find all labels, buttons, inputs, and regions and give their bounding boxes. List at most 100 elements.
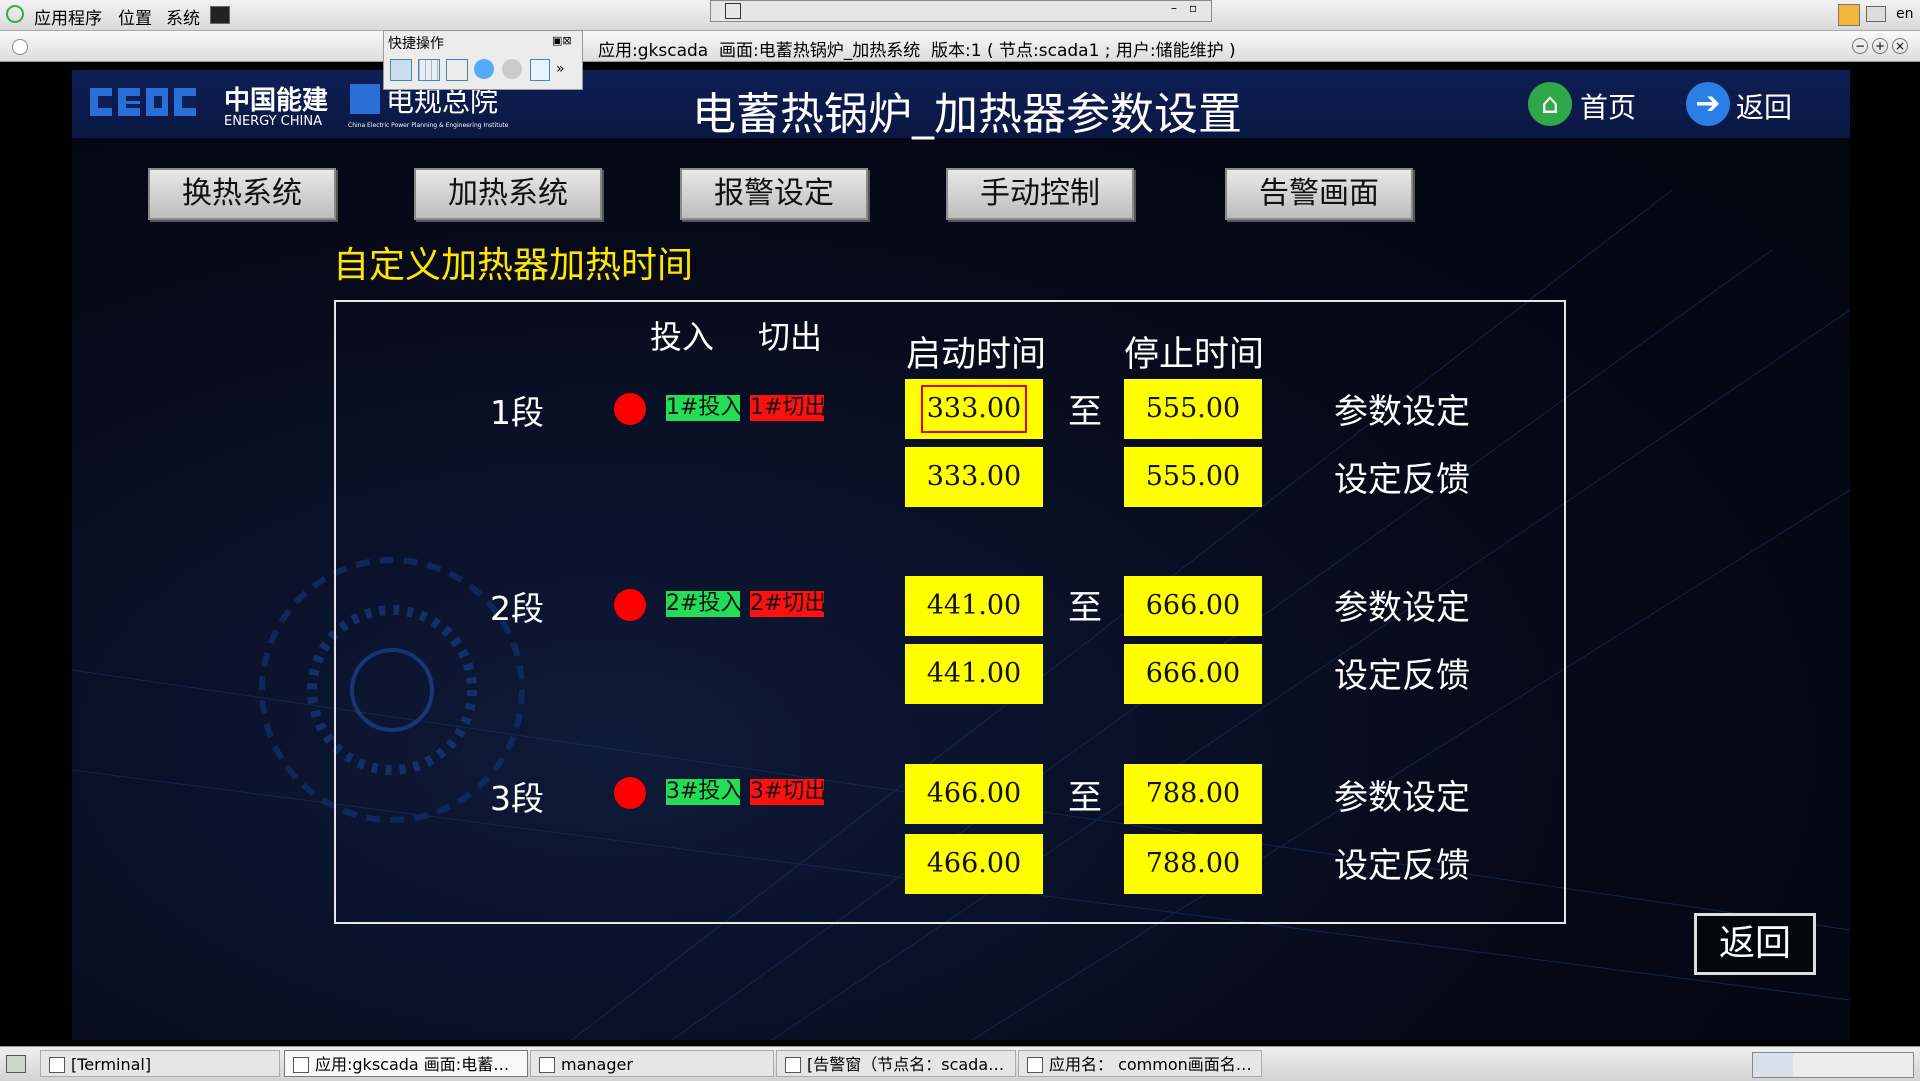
window-icon bbox=[539, 1057, 555, 1073]
restore-icon[interactable]: ▫ bbox=[1189, 1, 1197, 15]
grid-tool-icon[interactable] bbox=[418, 59, 440, 81]
header-back-label: 返回 bbox=[1736, 91, 1793, 124]
home-label: 首页 bbox=[1580, 91, 1637, 124]
segment-1-to-label: 至 bbox=[1068, 392, 1102, 432]
quickbar-title: 快捷操作 bbox=[388, 36, 444, 52]
page-title: 电蓄热锅炉_加热器参数设置 bbox=[692, 89, 1242, 140]
minimize-icon[interactable]: – bbox=[1171, 1, 1177, 15]
forward-arrow-icon[interactable] bbox=[502, 59, 522, 79]
header-start-time: 启动时间 bbox=[906, 335, 1047, 375]
task-terminal-label: [Terminal] bbox=[71, 1055, 152, 1074]
segment-3-start-time-input[interactable]: 466.00 bbox=[905, 764, 1043, 824]
window-title-bar: 应用:gkscada 画面:电蓄热锅炉_加热系统 版本:1 ( 节点:scada… bbox=[0, 31, 1920, 62]
nav-alarm-settings[interactable]: 报警设定 bbox=[680, 168, 868, 220]
more-icon[interactable]: » bbox=[556, 61, 565, 77]
segment-1-stop-time-input[interactable]: 555.00 bbox=[1124, 379, 1262, 439]
window-menu-icon[interactable] bbox=[12, 39, 28, 55]
back-arrow-icon: ➔ bbox=[1686, 82, 1730, 126]
segment-2-stop-time-feedback: 666.00 bbox=[1124, 644, 1262, 704]
scada-app-icon bbox=[293, 1057, 309, 1073]
header-back-button[interactable]: ➔ 返回 bbox=[1686, 82, 1806, 126]
language-indicator[interactable]: en bbox=[1896, 6, 1914, 22]
logo2-en-text: China Electric Power Planning & Engineer… bbox=[348, 122, 509, 129]
task-manager[interactable]: manager bbox=[530, 1050, 774, 1077]
edit-tool-icon[interactable] bbox=[530, 59, 550, 81]
window-title: 应用:gkscada 画面:电蓄热锅炉_加热系统 版本:1 ( 节点:scada… bbox=[598, 41, 1236, 61]
segment-1-start-time-input[interactable]: 333.00 bbox=[905, 379, 1043, 439]
task-alarm-window-label: [告警窗（节点名：scada… bbox=[807, 1055, 1005, 1074]
segment-2-start-time-input[interactable]: 441.00 bbox=[905, 576, 1043, 636]
task-gkscada-label: 应用:gkscada 画面:电蓄… bbox=[315, 1055, 510, 1074]
segment-1-out-button[interactable]: 1#切出 bbox=[750, 395, 824, 421]
segment-1-label: 1段 bbox=[490, 393, 544, 432]
segment-2-out-button[interactable]: 2#切出 bbox=[750, 591, 824, 617]
task-common-label: 应用名： common画面名… bbox=[1049, 1055, 1252, 1074]
logo-cn-text: 中国能建 bbox=[224, 86, 329, 116]
terminal-icon bbox=[49, 1057, 65, 1073]
header-in: 投入 bbox=[650, 318, 715, 356]
segment-3-param-set-label: 参数设定 bbox=[1334, 778, 1470, 818]
header-banner: 中国能建 ENERGY CHINA 电规总院 China Electric Po… bbox=[72, 70, 1850, 140]
menu-system[interactable]: 系统 bbox=[166, 4, 200, 29]
segment-2-start-time-feedback: 441.00 bbox=[905, 644, 1043, 704]
select-tool-icon[interactable] bbox=[390, 59, 412, 81]
window-minimize-button[interactable]: − bbox=[1852, 38, 1868, 54]
back-arrow-icon[interactable] bbox=[474, 59, 494, 79]
segment-1-start-time-feedback: 333.00 bbox=[905, 447, 1043, 507]
logo-en-text: ENERGY CHINA bbox=[224, 114, 322, 129]
header-stop-time: 停止时间 bbox=[1124, 335, 1265, 375]
nav-alarm-screen[interactable]: 告警画面 bbox=[1225, 168, 1413, 220]
segment-3-feedback-label: 设定反馈 bbox=[1334, 846, 1470, 886]
window-close-button[interactable]: × bbox=[1892, 38, 1908, 54]
quickbar-close-icon[interactable]: ▣⊠ bbox=[552, 34, 572, 47]
task-manager-label: manager bbox=[561, 1055, 633, 1074]
pin-icon[interactable] bbox=[725, 3, 741, 19]
segment-1-stop-time-feedback: 555.00 bbox=[1124, 447, 1262, 507]
apps-menu-icon[interactable] bbox=[6, 5, 24, 23]
segment-2-param-set-label: 参数设定 bbox=[1334, 588, 1470, 628]
segment-3-stop-time-feedback: 788.00 bbox=[1124, 834, 1262, 894]
segment-1-status-indicator bbox=[614, 393, 646, 425]
segment-3-stop-time-input[interactable]: 788.00 bbox=[1124, 764, 1262, 824]
task-common[interactable]: 应用名： common画面名… bbox=[1018, 1050, 1262, 1077]
segment-1-feedback-label: 设定反馈 bbox=[1334, 460, 1470, 500]
eppei-logo-icon bbox=[350, 84, 380, 114]
frame-tool-icon[interactable] bbox=[446, 59, 468, 81]
home-icon: ⌂ bbox=[1528, 82, 1572, 126]
segment-1-in-button[interactable]: 1#投入 bbox=[666, 395, 740, 421]
segment-3-start-time-feedback: 466.00 bbox=[905, 834, 1043, 894]
tray-icon[interactable] bbox=[1838, 4, 1860, 26]
header-out: 切出 bbox=[758, 318, 823, 356]
taskbar: [Terminal] 应用:gkscada 画面:电蓄… manager [告警… bbox=[0, 1046, 1920, 1081]
segment-3-label: 3段 bbox=[490, 779, 544, 818]
segment-3-in-button[interactable]: 3#投入 bbox=[666, 779, 740, 805]
segment-3-status-indicator bbox=[614, 777, 646, 809]
segment-2-stop-time-input[interactable]: 666.00 bbox=[1124, 576, 1262, 636]
quick-operations-toolbar: 快捷操作 ▣⊠ » bbox=[383, 30, 583, 90]
workspace-switcher[interactable] bbox=[1752, 1052, 1914, 1078]
task-terminal[interactable]: [Terminal] bbox=[40, 1050, 280, 1077]
show-desktop-icon[interactable] bbox=[6, 1055, 26, 1073]
return-button[interactable]: 返回 bbox=[1694, 913, 1816, 975]
common-app-icon bbox=[1027, 1057, 1043, 1073]
task-alarm-window[interactable]: [告警窗（节点名：scada… bbox=[776, 1050, 1016, 1077]
section-title: 自定义加热器加热时间 bbox=[333, 245, 694, 286]
cedc-logo bbox=[90, 84, 210, 120]
keyboard-icon[interactable] bbox=[1866, 6, 1886, 22]
nav-manual-control[interactable]: 手动控制 bbox=[946, 168, 1134, 220]
segment-1-param-set-label: 参数设定 bbox=[1334, 392, 1470, 432]
cedc-logo-mark-icon bbox=[90, 88, 196, 116]
segment-2-to-label: 至 bbox=[1068, 588, 1102, 628]
segment-3-out-button[interactable]: 3#切出 bbox=[750, 779, 824, 805]
segment-2-in-button[interactable]: 2#投入 bbox=[666, 591, 740, 617]
nav-heat-exchange[interactable]: 换热系统 bbox=[148, 168, 336, 220]
menu-applications[interactable]: 应用程序 bbox=[34, 4, 102, 29]
window-maximize-button[interactable]: + bbox=[1872, 38, 1888, 54]
home-button[interactable]: ⌂ 首页 bbox=[1528, 82, 1648, 126]
task-gkscada[interactable]: 应用:gkscada 画面:电蓄… bbox=[284, 1050, 528, 1077]
segment-3-to-label: 至 bbox=[1068, 778, 1102, 818]
nav-heating-system[interactable]: 加热系统 bbox=[414, 168, 602, 220]
terminal-launcher-icon[interactable] bbox=[210, 6, 230, 24]
menu-places[interactable]: 位置 bbox=[118, 4, 152, 29]
window-control-strip[interactable]: – ▫ bbox=[710, 0, 1212, 22]
